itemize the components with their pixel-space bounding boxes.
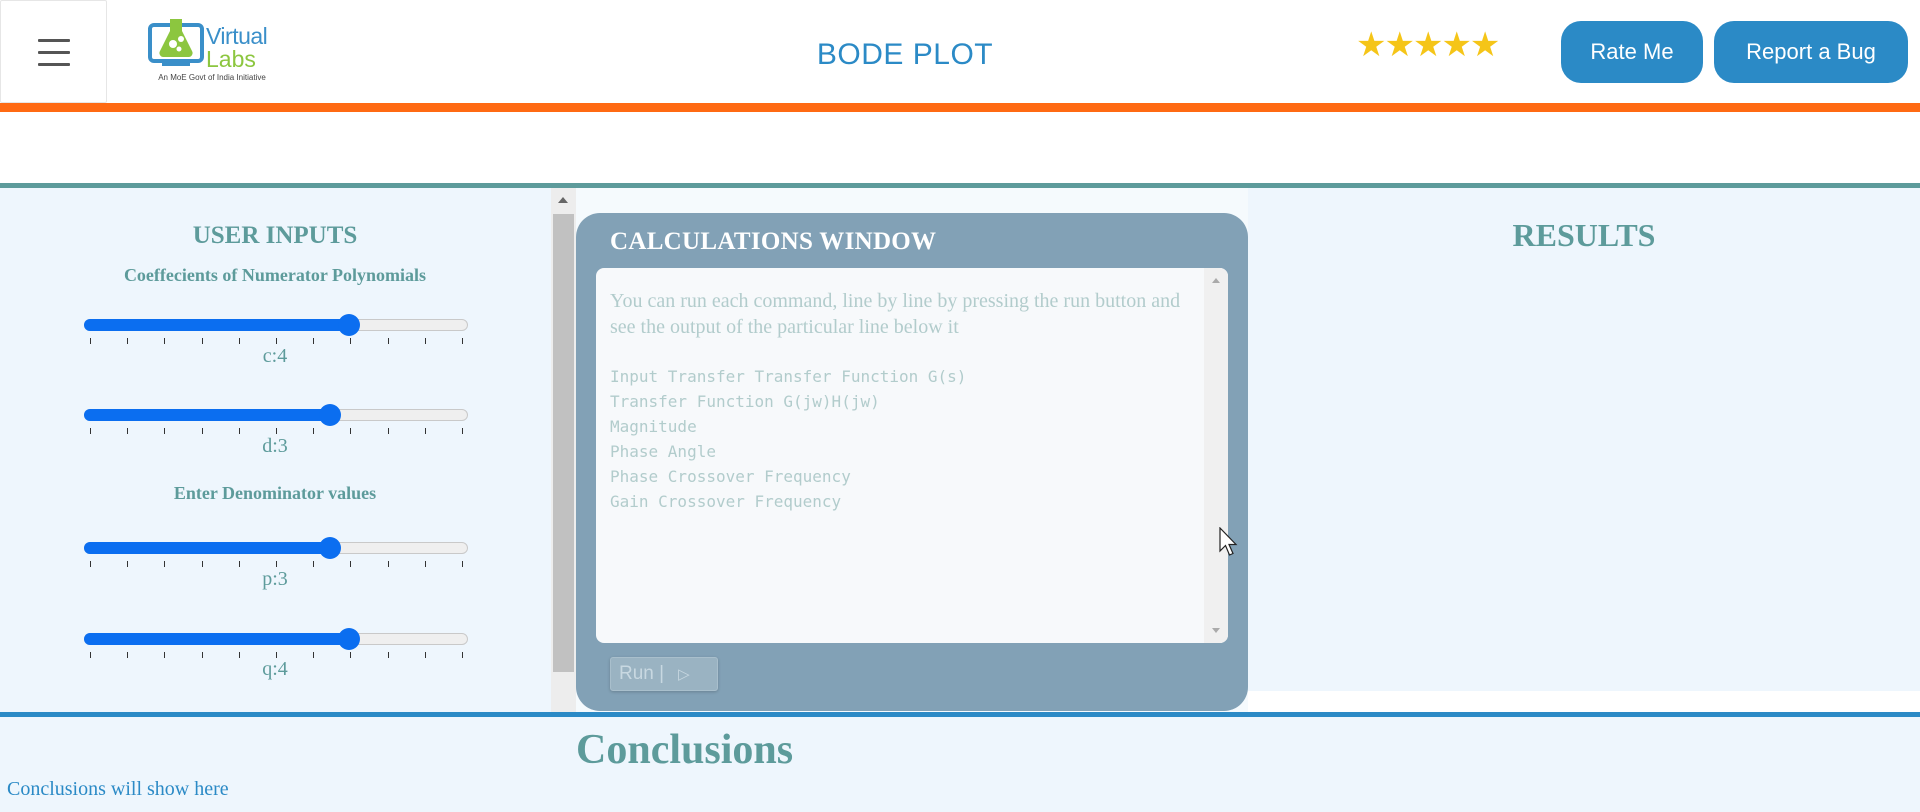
tick-mark — [424, 428, 426, 434]
slider-thumb[interactable] — [319, 404, 341, 426]
report-bug-button[interactable]: Report a Bug — [1714, 21, 1908, 83]
header: Virtual Labs An MoE Govt of India Initia… — [0, 0, 1920, 103]
scroll-up-icon[interactable] — [558, 197, 568, 203]
slider-ticks — [84, 428, 468, 434]
tick-mark — [90, 428, 91, 434]
tick-mark — [201, 338, 203, 344]
denominator-title: Enter Denominator values — [173, 483, 377, 503]
tick-mark — [387, 428, 389, 434]
slider-fill — [84, 542, 330, 554]
tick-mark — [127, 338, 129, 344]
calculations-title: CALCULATIONS WINDOW — [610, 228, 937, 255]
tick-mark — [201, 428, 203, 434]
page-title: BODE PLOT — [816, 38, 994, 71]
command-line: Transfer Function G(jw)H(jw) — [610, 392, 880, 411]
user-inputs-title: USER INPUTS — [192, 222, 358, 249]
tick-mark — [164, 428, 166, 434]
calculations-output[interactable]: You can run each command, line by line b… — [596, 268, 1228, 643]
tick-mark — [90, 561, 91, 567]
tick-mark — [313, 561, 315, 567]
tick-mark — [350, 338, 352, 344]
slider-q-label: q:4 — [262, 658, 288, 680]
tick-mark — [276, 561, 277, 567]
rating-stars[interactable]: ★★★★★ — [1356, 28, 1500, 62]
tick-mark — [238, 561, 240, 567]
calculations-window: CALCULATIONS WINDOW You can run each com… — [576, 213, 1248, 711]
command-line: Phase Crossover Frequency — [610, 467, 851, 486]
calculations-hint: You can run each command, line by line b… — [610, 290, 1181, 338]
tick-mark — [238, 428, 240, 434]
hamburger-line — [38, 63, 70, 66]
slider-c-label: c:4 — [262, 345, 288, 367]
command-list: Input Transfer Transfer Function G(s) Tr… — [610, 364, 966, 514]
tick-mark — [424, 561, 426, 567]
slider-p-label: p:3 — [262, 568, 288, 590]
play-icon: ▷ — [678, 665, 690, 683]
tick-mark — [127, 561, 129, 567]
conclusions-text: Conclusions will show here — [7, 778, 229, 800]
tick-mark — [462, 338, 463, 344]
tick-mark — [387, 561, 389, 567]
conclusions-title: Conclusions — [576, 727, 794, 773]
slider-thumb[interactable] — [338, 314, 360, 336]
mouse-cursor-icon — [1219, 527, 1238, 556]
slider-thumb[interactable] — [338, 628, 360, 650]
results-gap — [1248, 691, 1920, 712]
slider-d-label: d:3 — [262, 435, 288, 457]
flask-icon — [148, 19, 204, 66]
command-line: Gain Crossover Frequency — [610, 492, 842, 511]
logo-subtext: Labs — [206, 46, 256, 72]
tick-mark — [350, 428, 352, 434]
tick-mark — [313, 338, 315, 344]
logo-tagline: An MoE Govt of India Initiative — [158, 73, 266, 82]
slider-fill — [84, 633, 349, 645]
slider-fill — [84, 319, 349, 331]
tick-mark — [276, 338, 277, 344]
command-line: Magnitude — [610, 417, 697, 436]
rate-me-button[interactable]: Rate Me — [1561, 21, 1703, 83]
tick-mark — [276, 428, 277, 434]
tick-mark — [350, 561, 352, 567]
slider-fill — [84, 409, 330, 421]
scrollbar-thumb[interactable] — [553, 214, 574, 672]
slider-d[interactable] — [84, 403, 468, 427]
slider-thumb[interactable] — [319, 537, 341, 559]
header-divider — [0, 103, 1920, 112]
scroll-up-icon[interactable] — [1212, 278, 1220, 283]
command-line: Input Transfer Transfer Function G(s) — [610, 367, 967, 386]
tick-mark — [164, 561, 166, 567]
virtual-labs-logo[interactable]: Virtual Labs An MoE Govt of India Initia… — [148, 17, 268, 85]
simulation-area: USER INPUTS Coeffecients of Numerator Po… — [0, 188, 1920, 712]
slider-p[interactable] — [84, 536, 468, 560]
tick-mark — [238, 338, 240, 344]
slider-c[interactable] — [84, 313, 468, 337]
user-inputs-panel: USER INPUTS Coeffecients of Numerator Po… — [0, 188, 550, 712]
results-panel: RESULTS — [1248, 188, 1920, 691]
tick-mark — [462, 561, 463, 567]
tick-mark — [387, 338, 389, 344]
slider-ticks — [84, 338, 468, 344]
numerator-title: Coeffecients of Numerator Polynomials — [123, 265, 427, 285]
tick-mark — [424, 338, 426, 344]
hamburger-line — [38, 51, 70, 54]
hamburger-line — [38, 39, 70, 42]
conclusions-section: Conclusions Conclusions will show here — [0, 717, 1920, 812]
scroll-down-icon[interactable] — [1212, 628, 1220, 633]
tick-mark — [127, 428, 129, 434]
panel-scrollbar[interactable] — [551, 188, 576, 712]
command-line: Phase Angle — [610, 442, 716, 461]
slider-q[interactable] — [84, 627, 468, 651]
slider-ticks — [84, 561, 468, 567]
tick-mark — [90, 338, 91, 344]
run-label: Run | — [619, 663, 665, 684]
tick-mark — [164, 338, 166, 344]
tick-mark — [462, 428, 463, 434]
run-button[interactable]: Run | ▷ — [610, 657, 718, 691]
tick-mark — [201, 561, 203, 567]
output-scrollbar[interactable] — [1204, 268, 1228, 643]
tick-mark — [313, 428, 315, 434]
results-title: RESULTS — [1512, 217, 1656, 253]
menu-button[interactable] — [0, 0, 107, 103]
